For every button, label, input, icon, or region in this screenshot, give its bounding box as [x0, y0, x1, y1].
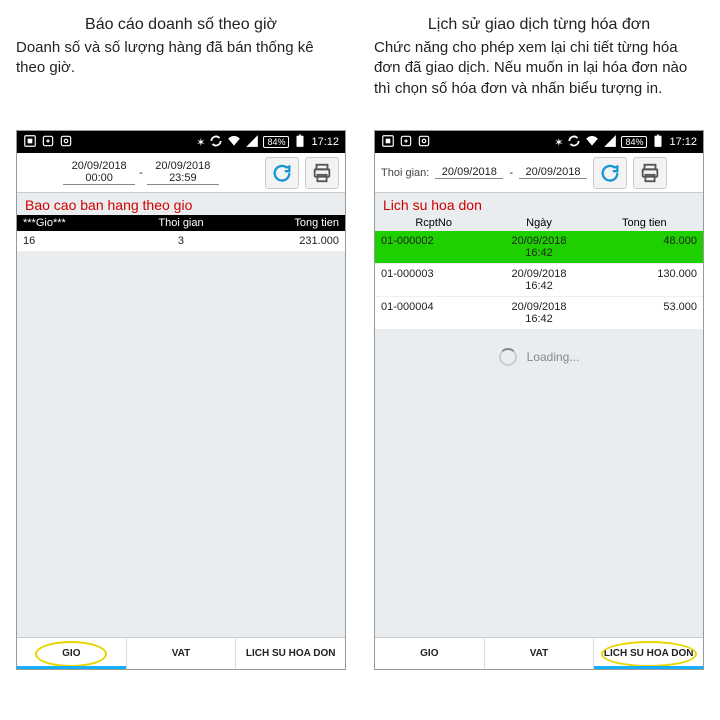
col-gio: ***Gio***: [23, 217, 128, 229]
status-bar: ✶ 84% 17:12: [17, 131, 345, 153]
clock-text: 17:12: [669, 136, 697, 148]
bottom-tabs: GIO VAT LICH SU HOA DON: [375, 637, 703, 669]
right-caption-title: Lịch sử giao dịch từng hóa đơn: [374, 16, 704, 34]
bluetooth-icon: ✶: [554, 136, 563, 149]
table-row[interactable]: 01-000004 20/09/2018 16:42 53.000: [375, 297, 703, 330]
sync-icon: [567, 134, 581, 151]
range-label: Thoi gian:: [381, 167, 429, 179]
loading-indicator: Loading...: [375, 348, 703, 366]
clock-text: 17:12: [311, 136, 339, 148]
col-rcpt: RcptNo: [381, 217, 486, 229]
table-row[interactable]: 01-000003 20/09/2018 16:42 130.000: [375, 264, 703, 297]
bluetooth-icon: ✶: [196, 136, 205, 149]
table-row[interactable]: 01-000002 20/09/2018 16:42 48.000: [375, 231, 703, 264]
col-tongtien: Tong tien: [592, 217, 697, 229]
spinner-icon: [499, 348, 517, 366]
date-dash: -: [139, 167, 143, 179]
wifi-icon: [585, 134, 599, 151]
battery-level: 84%: [621, 136, 647, 148]
battery-level: 84%: [263, 136, 289, 148]
table-header: RcptNo Ngày Tong tien: [375, 215, 703, 231]
loop-icon: [399, 134, 413, 151]
tab-gio[interactable]: GIO: [17, 638, 127, 669]
team-icon: [23, 134, 37, 151]
left-phone-frame: ✶ 84% 17:12 20: [16, 130, 346, 670]
from-date-field[interactable]: 20/09/2018 00:00: [63, 160, 135, 185]
wifi-icon: [227, 134, 241, 151]
toolbar: 20/09/2018 00:00 - 20/09/2018 23:59: [17, 153, 345, 193]
right-phone-frame: ✶ 84% 17:12 Thoi gian: 20/: [374, 130, 704, 670]
table-header: ***Gio*** Thoi gian Tong tien: [17, 215, 345, 231]
loading-text: Loading...: [527, 350, 580, 364]
signal-icon: [245, 134, 259, 151]
toolbar: Thoi gian: 20/09/2018 - 20/09/2018: [375, 153, 703, 193]
sync-icon: [209, 134, 223, 151]
col-thoigian: Thoi gian: [128, 217, 233, 229]
right-caption-desc: Chức năng cho phép xem lại chi tiết từng…: [374, 38, 704, 120]
left-caption-desc: Doanh số và số lượng hàng đã bán thống k…: [16, 38, 346, 120]
tab-vat[interactable]: VAT: [485, 638, 595, 669]
col-ngay: Ngày: [486, 217, 591, 229]
to-date-field[interactable]: 20/09/2018: [519, 166, 587, 179]
table-row[interactable]: 16 3 231.000: [17, 231, 345, 252]
date-dash: -: [509, 167, 513, 179]
signal-icon: [603, 134, 617, 151]
refresh-button[interactable]: [593, 157, 627, 189]
battery-icon: [651, 134, 665, 151]
team-icon: [381, 134, 395, 151]
to-date-field[interactable]: 20/09/2018 23:59: [147, 160, 219, 185]
battery-icon: [293, 134, 307, 151]
refresh-button[interactable]: [265, 157, 299, 189]
left-caption-title: Báo cáo doanh số theo giờ: [16, 16, 346, 34]
section-title: Lich su hoa don: [375, 193, 703, 215]
loop2-icon: [417, 134, 431, 151]
bottom-tabs: GIO VAT LICH SU HOA DON: [17, 637, 345, 669]
loop2-icon: [59, 134, 73, 151]
print-button[interactable]: [305, 157, 339, 189]
tab-vat[interactable]: VAT: [127, 638, 237, 669]
col-tongtien: Tong tien: [234, 217, 339, 229]
tab-gio[interactable]: GIO: [375, 638, 485, 669]
tab-lichsu[interactable]: LICH SU HOA DON: [236, 638, 345, 669]
from-date-field[interactable]: 20/09/2018: [435, 166, 503, 179]
loop-icon: [41, 134, 55, 151]
tab-lichsu[interactable]: LICH SU HOA DON: [594, 638, 703, 669]
status-bar: ✶ 84% 17:12: [375, 131, 703, 153]
section-title: Bao cao ban hang theo gio: [17, 193, 345, 215]
print-button[interactable]: [633, 157, 667, 189]
